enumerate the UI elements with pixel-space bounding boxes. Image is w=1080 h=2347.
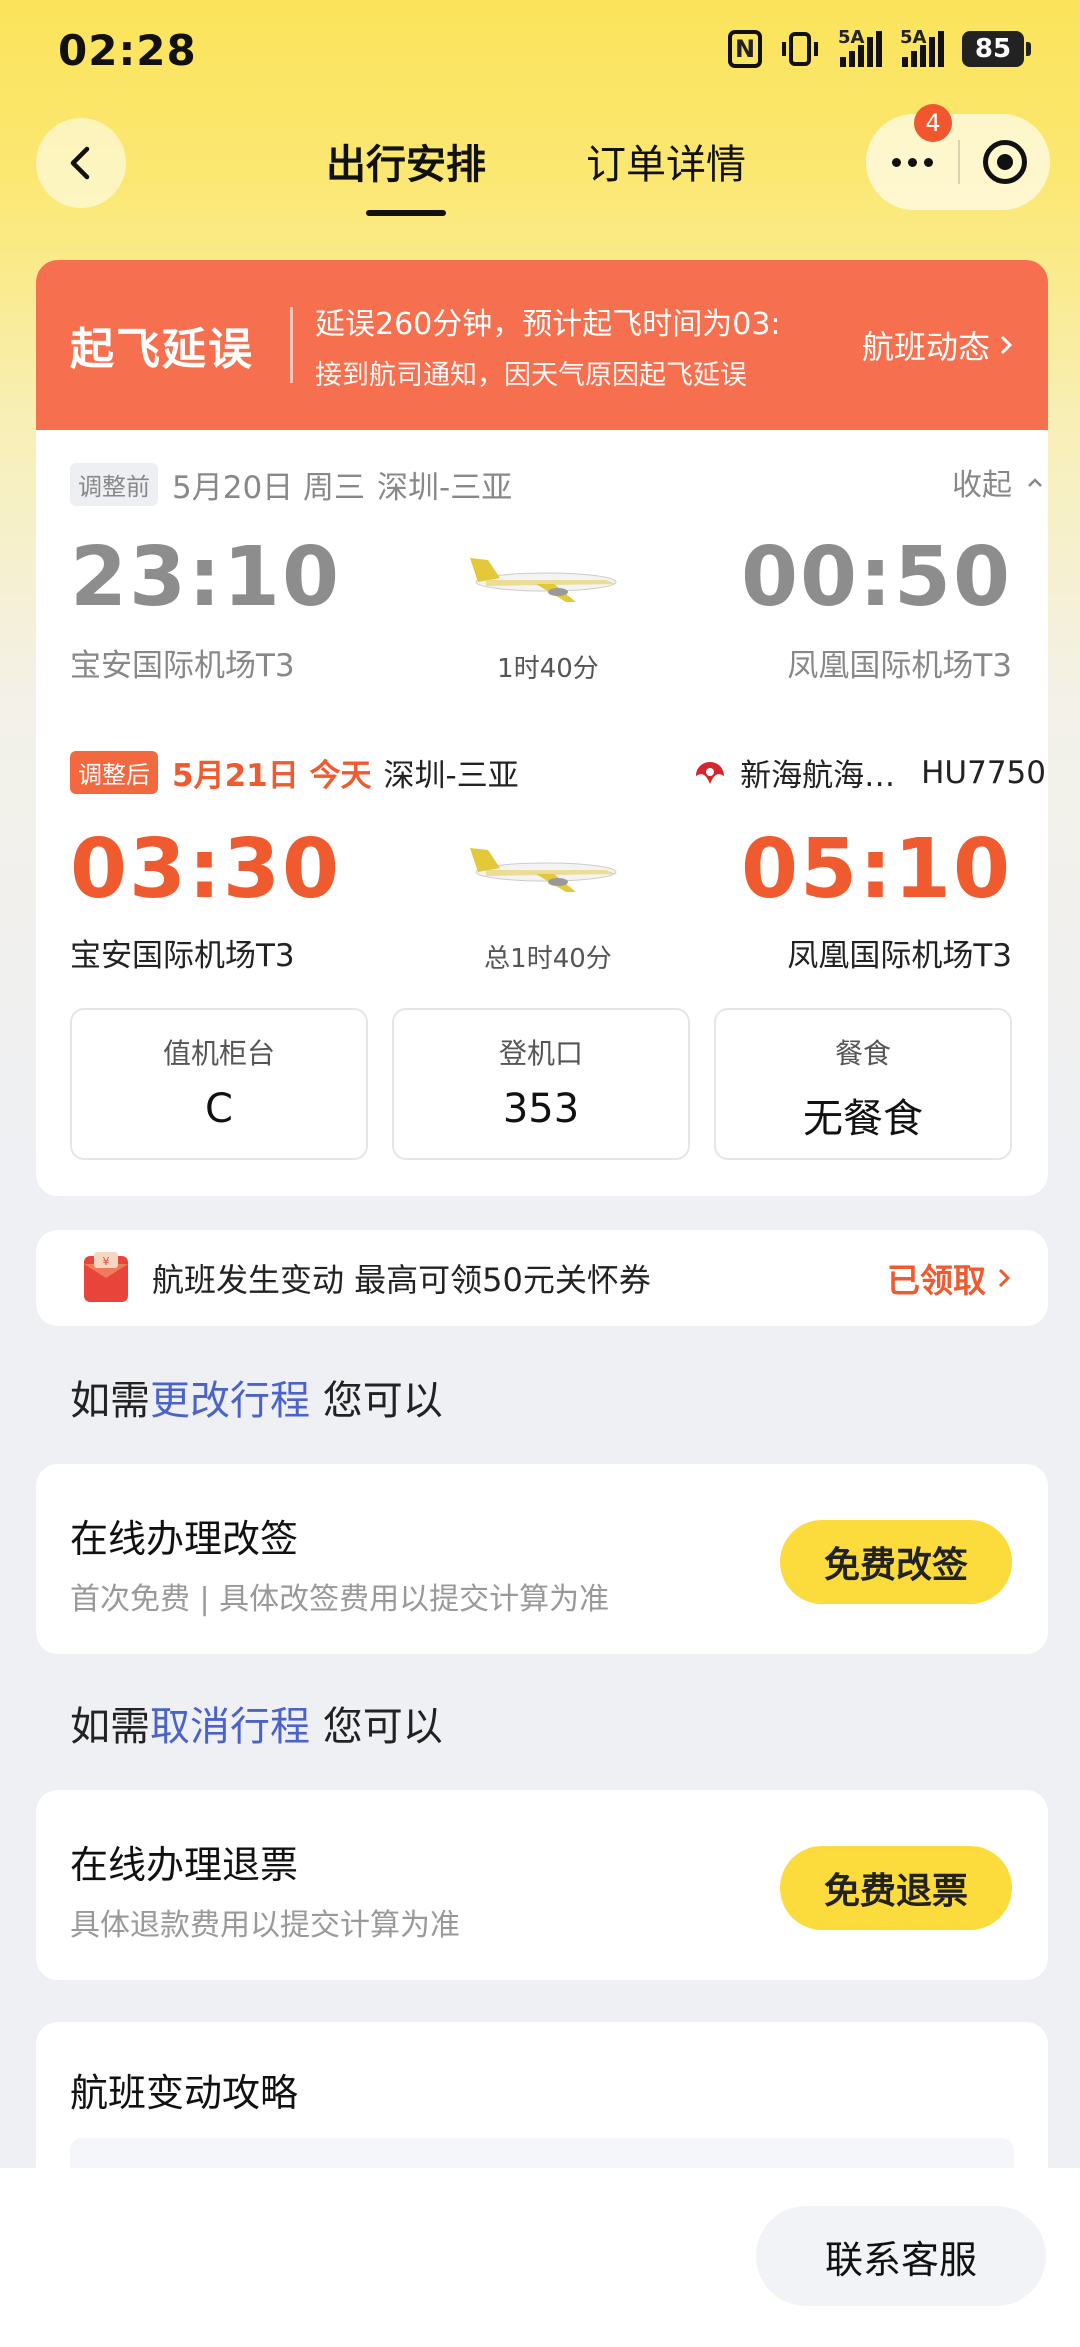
status-icons: N 5A 5A 85 <box>728 27 1031 68</box>
status-bar: 02:28 N 5A 5A 85 <box>0 0 1080 110</box>
before-tag: 调整前 <box>70 463 158 506</box>
meal-label: 餐食 <box>834 1037 891 1070</box>
cancel-q-highlight[interactable]: 取消行程 <box>150 1704 310 1750</box>
before-arr-time: 00:50 <box>740 530 1012 625</box>
checkin-counter-label: 值机柜台 <box>162 1037 275 1070</box>
before-dep-time: 23:10 <box>70 530 342 625</box>
status-time: 02:28 <box>58 26 197 75</box>
flight-number: HU7750 <box>921 754 1046 791</box>
change-card: 在线办理改签 首次免费 | 具体改签费用以提交计算为准 免费改签 <box>36 1464 1048 1654</box>
change-title: 在线办理改签 <box>70 1517 299 1561</box>
change-q-highlight[interactable]: 更改行程 <box>150 1378 310 1424</box>
chevron-right-icon <box>1000 335 1013 355</box>
before-header: 调整前 5月20日 周三 深圳-三亚 <box>34 462 512 507</box>
delay-message: 延误260分钟，预计起飞时间为03: <box>315 306 781 342</box>
battery-icon: 85 <box>962 31 1031 67</box>
back-button[interactable] <box>36 118 126 208</box>
after-arr-time: 05:10 <box>740 822 1012 917</box>
refund-card: 在线办理退票 具体退款费用以提交计算为准 免费退票 <box>36 1790 1048 1980</box>
delay-reason: 接到航司通知，因天气原因起飞延误 <box>315 359 747 391</box>
change-q-suffix: 您可以 <box>310 1378 443 1424</box>
gate-value: 353 <box>502 1086 580 1132</box>
red-envelope-icon: ¥ <box>84 1252 128 1302</box>
flight-status-label: 航班动态 <box>861 328 990 366</box>
signal-icon: 5A <box>838 27 882 67</box>
delay-banner: 起飞延误 延误260分钟，预计起飞时间为03: 接到航司通知，因天气原因起飞延误… <box>36 260 1048 430</box>
cancel-q-suffix: 您可以 <box>310 1704 443 1750</box>
checkin-counter-value: C <box>205 1086 233 1132</box>
coupon-claimed[interactable]: 已领取 <box>887 1254 1012 1302</box>
contact-service-button[interactable]: 联系客服 <box>756 2206 1046 2306</box>
svg-text:¥: ¥ <box>103 1255 110 1268</box>
after-dep-airport: 宝安国际机场T3 <box>70 938 295 974</box>
change-question: 如需更改行程 您可以 <box>70 1368 443 1426</box>
signal-icon-2: 5A <box>900 27 944 67</box>
gate-label: 登机口 <box>498 1037 583 1070</box>
collapse-button[interactable]: 收起 <box>952 460 1044 504</box>
airline-info: 新海航海… HU7750 <box>692 750 1046 795</box>
tab-underline <box>366 210 446 216</box>
after-tag: 调整后 <box>70 751 158 794</box>
flight-status-link[interactable]: 航班动态 <box>862 322 1014 368</box>
gate-box: 登机口 353 <box>392 1008 690 1160</box>
free-refund-button[interactable]: 免费退票 <box>780 1846 1012 1930</box>
free-change-button[interactable]: 免费改签 <box>780 1520 1012 1604</box>
collapse-label: 收起 <box>952 468 1012 503</box>
change-q-prefix: 如需 <box>70 1378 150 1424</box>
guide-title: 航班变动攻略 <box>70 2071 299 2115</box>
capsule-menu <box>866 114 1050 210</box>
airline-logo-icon <box>696 761 725 784</box>
change-subtitle: 首次免费 | 具体改签费用以提交计算为准 <box>70 1582 610 1617</box>
before-dep-airport: 宝安国际机场T3 <box>70 648 295 684</box>
before-arr-airport: 凤凰国际机场T3 <box>787 648 1012 684</box>
vibrate-icon <box>780 30 820 68</box>
meal-box: 餐食 无餐食 <box>714 1008 1012 1160</box>
refund-subtitle: 具体退款费用以提交计算为准 <box>70 1908 460 1943</box>
checkin-counter-box: 值机柜台 C <box>70 1008 368 1160</box>
after-arr-airport: 凤凰国际机场T3 <box>787 938 1012 974</box>
tab-trip[interactable]: 出行安排 <box>326 132 486 216</box>
delay-title: 起飞延误 <box>70 324 254 375</box>
back-arrow-icon <box>70 146 90 180</box>
before-date: 5月20日 周三 <box>172 470 366 506</box>
after-header: 调整后 5月21日 今天 深圳-三亚 <box>34 750 519 795</box>
cancel-q-prefix: 如需 <box>70 1704 150 1750</box>
after-dep-time: 03:30 <box>70 822 342 917</box>
meal-value: 无餐食 <box>803 1096 923 1142</box>
coupon-text: 航班发生变动 最高可领50元关怀券 <box>152 1261 651 1299</box>
plane-icon-2 <box>470 848 617 892</box>
coupon-banner[interactable]: ¥ 航班发生变动 最高可领50元关怀券 已领取 <box>36 1230 1048 1326</box>
tab-order[interactable]: 订单详情 <box>586 132 746 190</box>
coupon-claimed-label: 已领取 <box>887 1261 986 1300</box>
notification-badge: 4 <box>914 104 952 142</box>
chevron-up-icon <box>1028 478 1042 487</box>
after-date: 5月21日 今天 <box>172 758 372 794</box>
delay-divider <box>290 307 293 383</box>
after-route: 深圳-三亚 <box>383 758 519 794</box>
refund-title: 在线办理退票 <box>70 1843 299 1887</box>
record-icon <box>983 140 1027 184</box>
bottom-bar: 联系客服 <box>0 2168 1080 2347</box>
nfc-icon: N <box>728 30 762 68</box>
record-button[interactable] <box>960 114 1050 210</box>
airline-name: 新海航海… <box>740 758 896 794</box>
chevron-right-icon <box>998 1268 1011 1288</box>
cancel-question: 如需取消行程 您可以 <box>70 1694 443 1752</box>
plane-icon <box>470 558 617 602</box>
before-duration: 1时40分 <box>497 654 599 684</box>
after-duration: 总1时40分 <box>484 944 612 974</box>
tab-trip-label: 出行安排 <box>326 142 486 188</box>
before-route: 深圳-三亚 <box>377 470 513 506</box>
more-dots-icon <box>891 157 901 167</box>
